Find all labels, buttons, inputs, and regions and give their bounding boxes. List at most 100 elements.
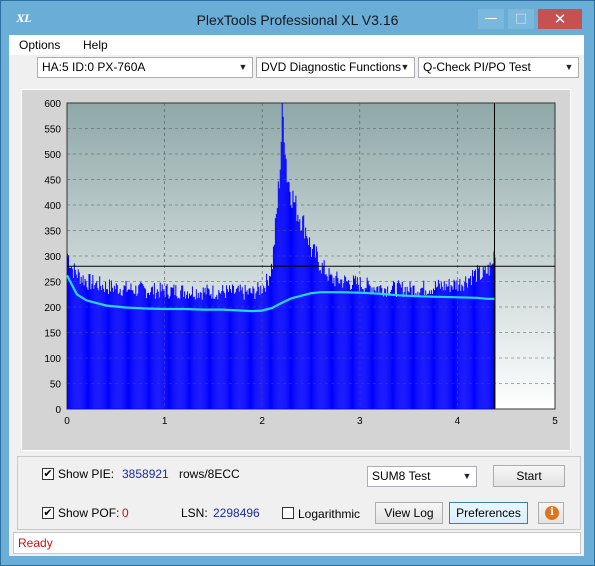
- pie-bar: [278, 188, 280, 409]
- pie-bar: [159, 282, 161, 409]
- pie-total-value: 3858921: [122, 467, 169, 481]
- pie-bar: [142, 284, 144, 409]
- pie-bar: [209, 295, 211, 409]
- pie-bar: [270, 276, 272, 409]
- pie-bar: [161, 284, 163, 409]
- pie-bar: [112, 291, 114, 409]
- pie-bar: [118, 292, 120, 409]
- pie-bar: [298, 221, 300, 409]
- pie-bar: [263, 285, 265, 409]
- pie-bar: [473, 276, 475, 409]
- show-poe-checkbox[interactable]: ✔: [42, 507, 54, 519]
- pie-bar: [335, 275, 337, 409]
- menu-help[interactable]: Help: [83, 38, 108, 52]
- controls-panel: ✔ Show PIE: 3858921 rows/8ECC SUM8 Test …: [17, 456, 581, 530]
- sum-test-select[interactable]: SUM8 Test ▼: [367, 466, 477, 487]
- app-window: XL PlexTools Professional XL V3.16 — □ ✕…: [0, 0, 595, 566]
- show-pie-checkbox[interactable]: ✔: [42, 468, 54, 480]
- pie-bar: [442, 290, 444, 409]
- pie-bar: [330, 273, 332, 409]
- pie-bar: [295, 195, 297, 409]
- pie-bar: [484, 265, 486, 409]
- pie-bar: [152, 294, 154, 409]
- chevron-down-icon: ▼: [400, 62, 410, 72]
- pie-bar: [218, 290, 220, 409]
- pie-bar: [373, 287, 375, 409]
- close-button[interactable]: ✕: [538, 9, 582, 29]
- pie-bar: [436, 286, 438, 409]
- pie-bar: [348, 280, 350, 409]
- pie-bar: [69, 267, 71, 409]
- pie-bar: [249, 288, 251, 409]
- pie-bar: [381, 287, 383, 409]
- pie-bar: [248, 288, 250, 409]
- pie-bar: [466, 282, 468, 409]
- pie-bar: [208, 289, 210, 409]
- pie-bar: [314, 257, 316, 409]
- pie-bar: [232, 285, 234, 409]
- pie-bar: [97, 288, 99, 409]
- sum-test-select-value: SUM8 Test: [372, 469, 431, 483]
- pie-bar: [379, 286, 381, 409]
- pie-bar: [185, 298, 187, 409]
- maximize-button[interactable]: □: [508, 9, 534, 29]
- pie-bar: [252, 286, 254, 409]
- title-bar[interactable]: XL PlexTools Professional XL V3.16 — □ ✕: [1, 1, 594, 35]
- test-select-value: Q-Check PI/PO Test: [423, 60, 531, 74]
- pie-bar: [462, 286, 464, 409]
- pie-bar: [347, 281, 349, 409]
- minimize-button[interactable]: —: [478, 9, 504, 29]
- logarithmic-checkbox[interactable]: [282, 507, 294, 519]
- pie-bar: [204, 287, 206, 409]
- pie-bar: [253, 288, 255, 409]
- pie-bar: [319, 270, 321, 409]
- pie-bar: [216, 294, 218, 409]
- preferences-button[interactable]: Preferences: [449, 502, 528, 524]
- pie-bar: [429, 290, 431, 409]
- pie-bar: [186, 294, 188, 409]
- pie-bar: [342, 287, 344, 409]
- pie-bar: [183, 296, 185, 409]
- start-button[interactable]: Start: [493, 465, 565, 487]
- pie-bar: [398, 282, 400, 409]
- checkmark-icon: ✔: [43, 506, 53, 519]
- pie-bar: [452, 289, 454, 409]
- pie-bar: [288, 182, 290, 409]
- pie-bar: [305, 227, 307, 409]
- function-select[interactable]: DVD Diagnostic Functions ▼: [256, 57, 415, 78]
- test-select[interactable]: Q-Check PI/PO Test ▼: [418, 57, 579, 78]
- x-tick-label: 5: [552, 416, 558, 427]
- pie-bar: [245, 291, 247, 409]
- pie-bar: [172, 288, 174, 409]
- menu-options[interactable]: Options: [19, 38, 60, 52]
- pie-bar: [416, 295, 418, 409]
- pie-bar: [275, 214, 277, 409]
- pie-bar: [421, 287, 423, 409]
- pie-bar: [375, 291, 377, 409]
- pie-bar: [109, 291, 111, 409]
- pie-bar: [73, 263, 75, 409]
- pie-bar: [147, 293, 149, 409]
- pie-bar: [489, 262, 491, 409]
- status-text: Ready: [18, 536, 53, 550]
- logarithmic-label: Logarithmic: [298, 507, 361, 521]
- pie-bar: [194, 299, 196, 409]
- pie-bar: [438, 283, 440, 409]
- drive-select[interactable]: HA:5 ID:0 PX-760A ▼: [37, 57, 253, 78]
- info-button[interactable]: i: [538, 502, 564, 524]
- pie-bar: [193, 296, 195, 409]
- pie-bar: [313, 244, 315, 409]
- pie-bar: [189, 295, 191, 409]
- pie-bar: [320, 273, 322, 409]
- chevron-down-icon: ▼: [564, 62, 574, 72]
- pie-bar: [340, 279, 342, 409]
- pie-bar: [189, 293, 190, 409]
- pie-bar: [339, 283, 341, 409]
- pie-bar: [70, 266, 72, 409]
- pie-bar: [179, 298, 181, 409]
- view-log-button[interactable]: View Log: [375, 502, 443, 524]
- x-tick-label: 2: [259, 416, 265, 427]
- pie-bar: [360, 287, 362, 409]
- pie-bar: [96, 281, 98, 409]
- pie-bar: [76, 277, 78, 409]
